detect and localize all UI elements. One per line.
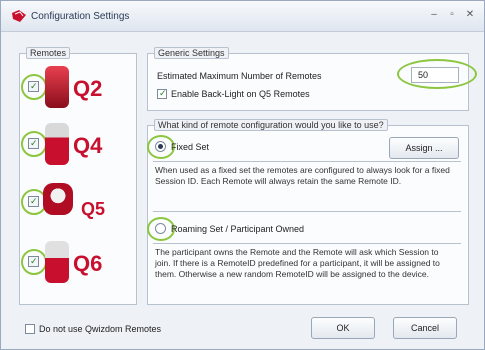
- q5-remote-icon: [43, 183, 73, 215]
- assign-button[interactable]: Assign ...: [389, 137, 459, 159]
- close-button[interactable]: ✕: [463, 8, 477, 22]
- check-icon: ✓: [159, 88, 167, 98]
- no-remotes-checkbox[interactable]: [25, 324, 35, 334]
- divider: [153, 243, 461, 244]
- roaming-set-description: The participant owns the Remote and the …: [155, 247, 440, 279]
- remote-row-q4: ✓ Q4: [21, 123, 121, 171]
- backlight-checkbox[interactable]: ✓: [157, 88, 167, 99]
- minimize-button[interactable]: –: [427, 8, 441, 22]
- ok-button[interactable]: OK: [311, 317, 375, 339]
- fixed-set-radio[interactable]: [155, 141, 166, 152]
- remote-row-q6: ✓ Q6: [21, 241, 121, 289]
- remote-checkbox-q2[interactable]: ✓: [28, 81, 39, 92]
- divider: [153, 211, 461, 212]
- roaming-set-label: Roaming Set / Participant Owned: [171, 224, 305, 234]
- fixed-set-label: Fixed Set: [171, 142, 210, 152]
- max-remotes-label: Estimated Maximum Number of Remotes: [157, 71, 322, 81]
- remote-row-q5: ✓ Q5: [21, 181, 121, 229]
- check-icon: ✓: [30, 138, 38, 148]
- remote-label-q2: Q2: [73, 76, 103, 101]
- remote-label-q4: Q4: [73, 133, 103, 158]
- restore-button[interactable]: ▫: [445, 8, 459, 22]
- divider: [153, 161, 461, 162]
- q2-remote-icon: [45, 66, 69, 108]
- app-icon: [12, 10, 26, 22]
- backlight-label: Enable Back-Light on Q5 Remotes: [171, 89, 310, 99]
- q4-remote-icon: [45, 123, 69, 165]
- generic-settings-label: Generic Settings: [154, 47, 229, 59]
- remote-checkbox-q5[interactable]: ✓: [28, 196, 39, 207]
- title-bar: Configuration Settings – ▫ ✕: [1, 1, 484, 32]
- remote-checkbox-q4[interactable]: ✓: [28, 138, 39, 149]
- highlight-ellipse: [397, 59, 477, 89]
- radio-selected-dot: [158, 144, 163, 149]
- window-title: Configuration Settings: [31, 11, 130, 22]
- config-group-label: What kind of remote configuration would …: [154, 119, 388, 131]
- no-remotes-label: Do not use Qwizdom Remotes: [39, 324, 162, 334]
- roaming-set-radio[interactable]: [155, 223, 166, 234]
- remote-label-q6: Q6: [73, 251, 103, 276]
- remote-label-q5: Q5: [81, 199, 106, 219]
- remote-row-q2: ✓ Q2: [21, 66, 121, 114]
- remote-checkbox-q6[interactable]: ✓: [28, 256, 39, 267]
- check-icon: ✓: [30, 256, 38, 266]
- configuration-window: Configuration Settings – ▫ ✕ Remotes ✓ Q…: [0, 0, 485, 350]
- remotes-group-label: Remotes: [26, 47, 71, 59]
- q6-remote-icon: [45, 241, 69, 283]
- check-icon: ✓: [30, 196, 38, 206]
- fixed-set-description: When used as a fixed set the remotes are…: [155, 165, 450, 186]
- cancel-button[interactable]: Cancel: [393, 317, 457, 339]
- check-icon: ✓: [30, 81, 38, 91]
